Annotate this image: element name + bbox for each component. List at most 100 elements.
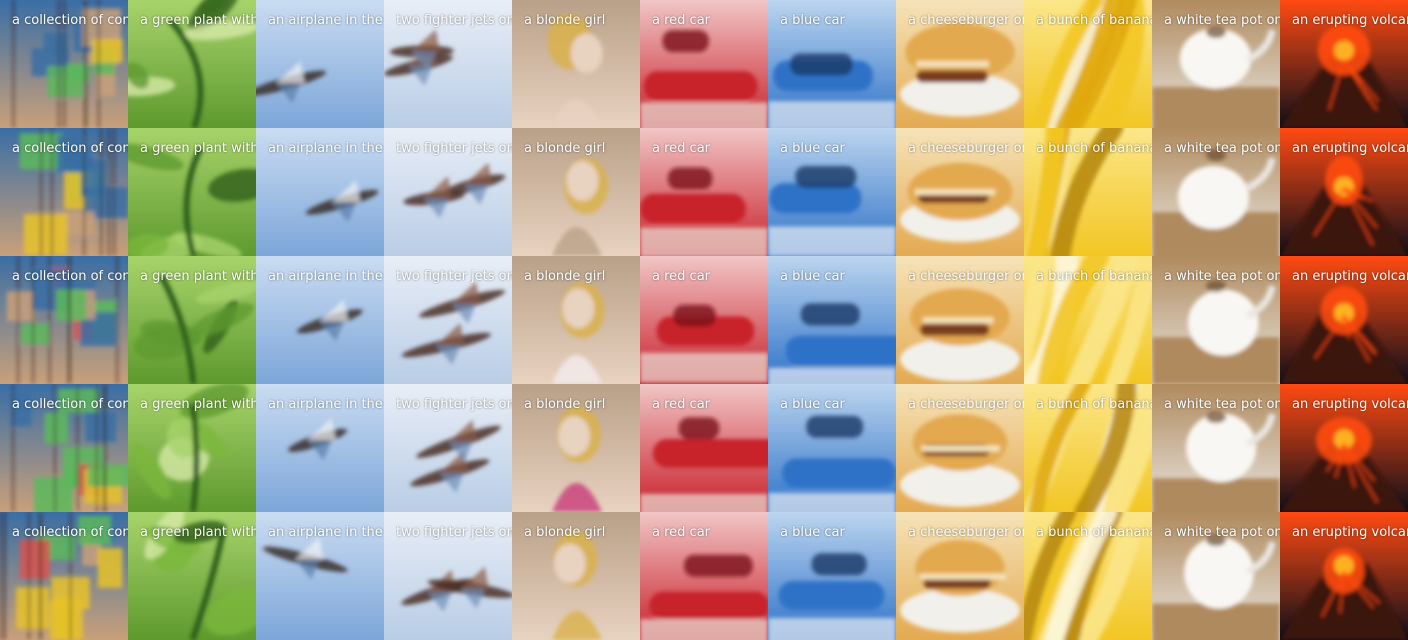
blonde-girl-image (512, 384, 640, 512)
generated-image-fighter-jets-3: two fighter jets on (384, 256, 512, 384)
blue-car-image (768, 256, 896, 384)
generated-image-fighter-jets-4: two fighter jets on (384, 384, 512, 512)
airplane-sky-image (256, 384, 384, 512)
generated-image-volcano-2: an erupting volcar (1280, 128, 1408, 256)
generated-image-blonde-girl-1: a blonde girl (512, 0, 640, 128)
bananas-image (1024, 128, 1152, 256)
blue-car-image (768, 128, 896, 256)
generated-image-blonde-girl-3: a blonde girl (512, 256, 640, 384)
airplane-sky-image (256, 128, 384, 256)
blonde-girl-image (512, 128, 640, 256)
cheeseburger-image (896, 0, 1024, 128)
green-plant-image (128, 256, 256, 384)
generated-image-bananas-2: a bunch of banana (1024, 128, 1152, 256)
cheeseburger-image (896, 512, 1024, 640)
volcano-image (1280, 384, 1408, 512)
comic-collage-image (0, 384, 128, 512)
generated-image-fighter-jets-2: two fighter jets on (384, 128, 512, 256)
airplane-sky-image (256, 512, 384, 640)
generated-image-airplane-sky-5: an airplane in the (256, 512, 384, 640)
generated-image-blonde-girl-2: a blonde girl (512, 128, 640, 256)
generated-image-red-car-1: a red car (640, 0, 768, 128)
generated-image-green-plant-4: a green plant with (128, 384, 256, 512)
generated-image-tea-pot-5: a white tea pot on (1152, 512, 1280, 640)
generated-image-comic-collage-3: a collection of con (0, 256, 128, 384)
volcano-image (1280, 0, 1408, 128)
cheeseburger-image (896, 128, 1024, 256)
generated-image-blue-car-1: a blue car (768, 0, 896, 128)
generated-image-red-car-4: a red car (640, 384, 768, 512)
generated-image-red-car-2: a red car (640, 128, 768, 256)
blonde-girl-image (512, 0, 640, 128)
generated-image-comic-collage-2: a collection of con (0, 128, 128, 256)
tea-pot-image (1152, 128, 1280, 256)
comic-collage-image (0, 128, 128, 256)
generated-image-volcano-3: an erupting volcar (1280, 256, 1408, 384)
volcano-image (1280, 512, 1408, 640)
green-plant-image (128, 128, 256, 256)
generated-image-fighter-jets-1: two fighter jets on (384, 0, 512, 128)
red-car-image (640, 0, 768, 128)
generated-image-red-car-5: a red car (640, 512, 768, 640)
red-car-image (640, 128, 768, 256)
blonde-girl-image (512, 512, 640, 640)
generated-image-tea-pot-4: a white tea pot on (1152, 384, 1280, 512)
fighter-jets-image (384, 512, 512, 640)
fighter-jets-image (384, 0, 512, 128)
fighter-jets-image (384, 384, 512, 512)
tea-pot-image (1152, 384, 1280, 512)
blonde-girl-image (512, 256, 640, 384)
bananas-image (1024, 512, 1152, 640)
generated-image-blonde-girl-4: a blonde girl (512, 384, 640, 512)
red-car-image (640, 384, 768, 512)
generated-image-bananas-1: a bunch of banana (1024, 0, 1152, 128)
generated-image-cheeseburger-3: a cheeseburger or (896, 256, 1024, 384)
generated-image-comic-collage-5: a collection of con (0, 512, 128, 640)
generated-image-airplane-sky-4: an airplane in the (256, 384, 384, 512)
green-plant-image (128, 0, 256, 128)
blue-car-image (768, 512, 896, 640)
generated-image-green-plant-5: a green plant with (128, 512, 256, 640)
image-grid: a collection of con a green plant with an … (0, 0, 1408, 640)
generated-image-airplane-sky-1: an airplane in the (256, 0, 384, 128)
generated-image-green-plant-2: a green plant with (128, 128, 256, 256)
comic-collage-image (0, 512, 128, 640)
comic-collage-image (0, 256, 128, 384)
generated-image-cheeseburger-1: a cheeseburger or (896, 0, 1024, 128)
generated-image-volcano-1: an erupting volcar (1280, 0, 1408, 128)
tea-pot-image (1152, 256, 1280, 384)
airplane-sky-image (256, 256, 384, 384)
bananas-image (1024, 256, 1152, 384)
blue-car-image (768, 0, 896, 128)
volcano-image (1280, 128, 1408, 256)
generated-image-bananas-5: a bunch of banana (1024, 512, 1152, 640)
fighter-jets-image (384, 256, 512, 384)
generated-image-green-plant-1: a green plant with (128, 0, 256, 128)
generated-image-tea-pot-3: a white tea pot on (1152, 256, 1280, 384)
generated-image-blue-car-5: a blue car (768, 512, 896, 640)
generated-image-cheeseburger-2: a cheeseburger or (896, 128, 1024, 256)
generated-image-blue-car-3: a blue car (768, 256, 896, 384)
generated-image-volcano-5: an erupting volcar (1280, 512, 1408, 640)
green-plant-image (128, 384, 256, 512)
generated-image-tea-pot-1: a white tea pot on (1152, 0, 1280, 128)
generated-image-green-plant-3: a green plant with (128, 256, 256, 384)
generated-image-airplane-sky-2: an airplane in the (256, 128, 384, 256)
generated-image-red-car-3: a red car (640, 256, 768, 384)
generated-image-volcano-4: an erupting volcar (1280, 384, 1408, 512)
generated-image-comic-collage-1: a collection of con (0, 0, 128, 128)
generated-image-cheeseburger-4: a cheeseburger or (896, 384, 1024, 512)
cheeseburger-image (896, 384, 1024, 512)
red-car-image (640, 256, 768, 384)
blue-car-image (768, 384, 896, 512)
generated-image-blue-car-4: a blue car (768, 384, 896, 512)
bananas-image (1024, 0, 1152, 128)
comic-collage-image (0, 0, 128, 128)
tea-pot-image (1152, 0, 1280, 128)
bananas-image (1024, 384, 1152, 512)
tea-pot-image (1152, 512, 1280, 640)
airplane-sky-image (256, 0, 384, 128)
green-plant-image (128, 512, 256, 640)
generated-image-airplane-sky-3: an airplane in the (256, 256, 384, 384)
cheeseburger-image (896, 256, 1024, 384)
